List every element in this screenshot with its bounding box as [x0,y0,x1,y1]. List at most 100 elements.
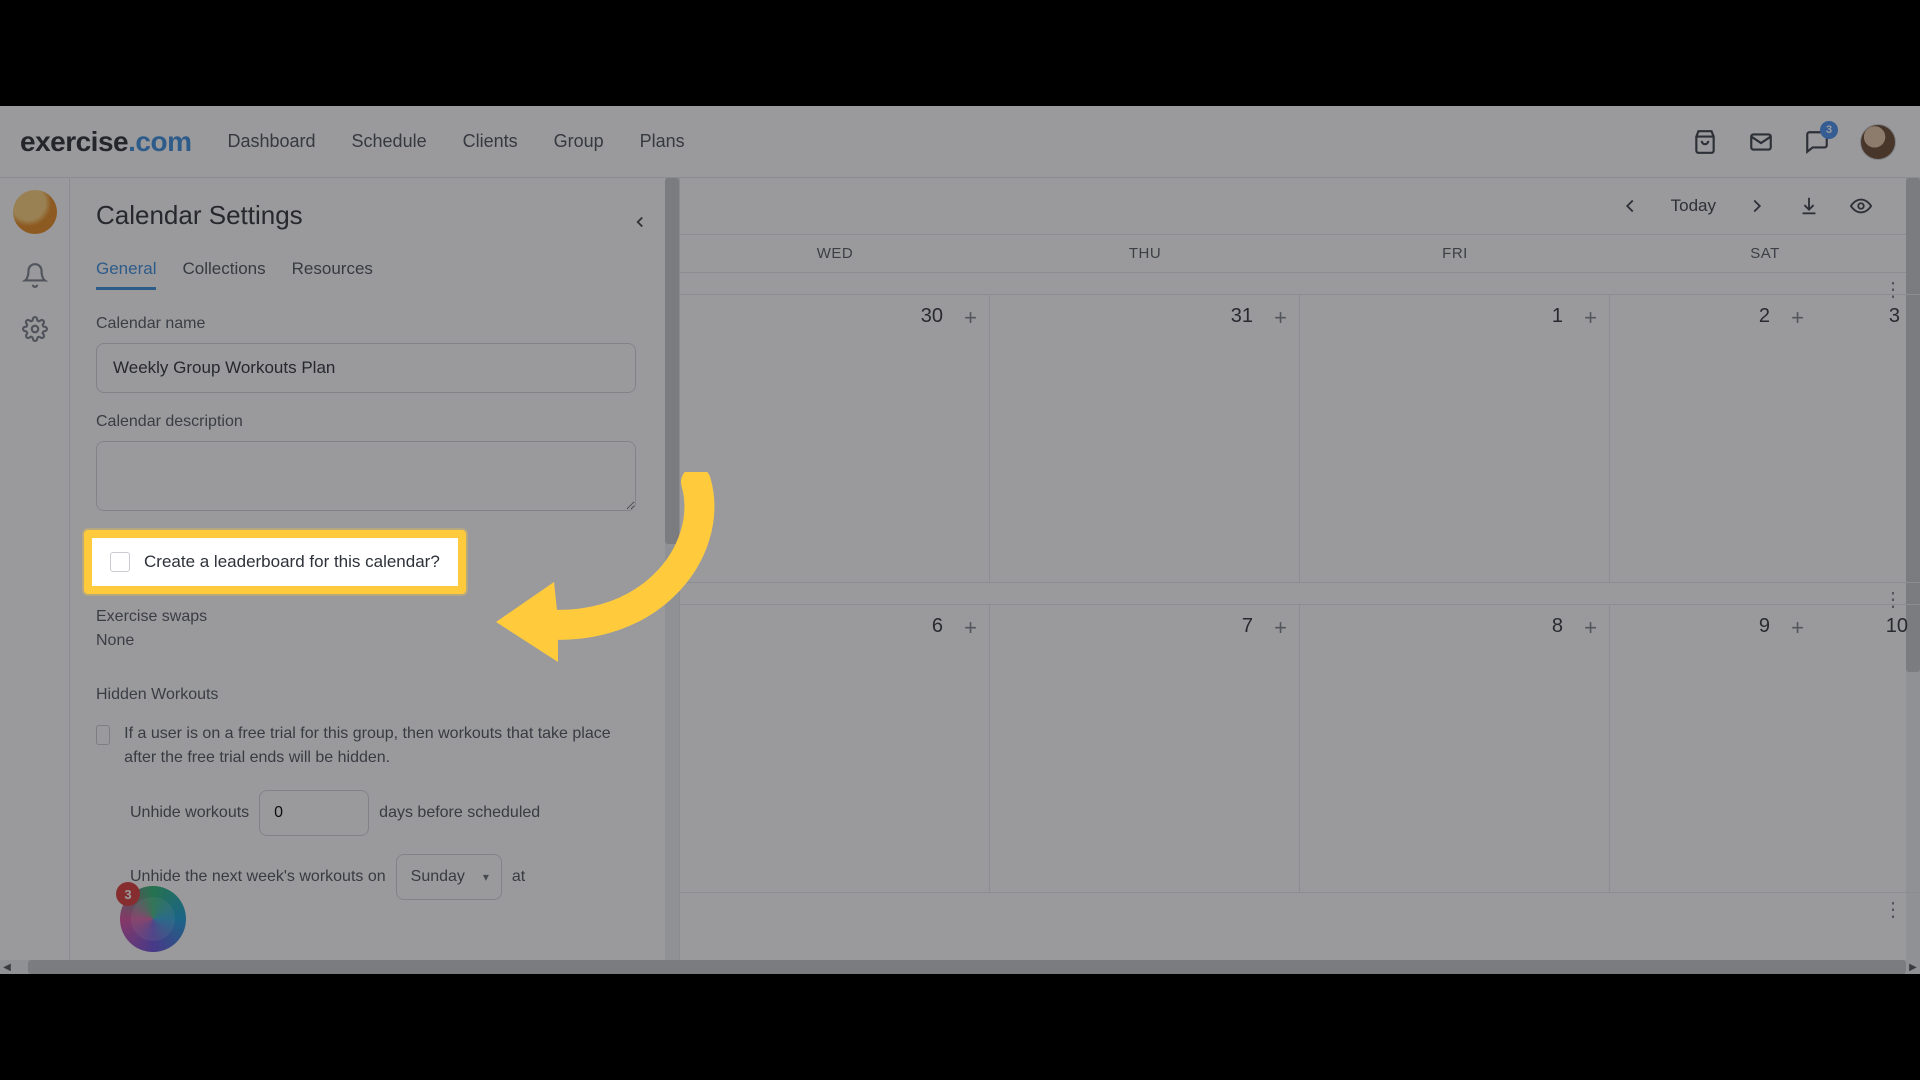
calendar-description-label: Calendar description [96,413,649,431]
calendar-cell[interactable]: 8 + [1300,605,1610,893]
calendar-cell[interactable]: 2 + 3 [1610,295,1920,583]
nav-icons: 3 [1692,124,1896,160]
calendar-day-header: WED THU FRI SAT [680,234,1920,273]
mail-icon[interactable] [1748,129,1774,155]
unhide-next-row: Unhide the next week's workouts on Sunda… [130,854,649,900]
nav-clients[interactable]: Clients [463,131,518,152]
gear-icon[interactable] [22,316,48,342]
week-actions-row: ⋮ [680,583,1920,605]
add-event-icon[interactable]: + [1584,305,1597,331]
panel-title: Calendar Settings [96,200,303,231]
hscroll-thumb[interactable] [28,960,1906,974]
panel-scroll-thumb[interactable] [665,178,679,544]
nav-schedule[interactable]: Schedule [352,131,427,152]
rail-app-icon[interactable] [13,190,57,234]
calendar-cell[interactable]: 30 + [680,295,990,583]
calendar-description-input[interactable] [96,441,636,511]
date-number-extra: 10 [1886,615,1908,638]
day-wed: WED [680,235,990,272]
calendar-toolbar: Today [680,178,1920,234]
settings-panel: Calendar Settings General Collections Re… [70,178,680,974]
unhide-days-input[interactable] [259,790,369,836]
date-number: 31 [1231,305,1253,328]
tab-collections[interactable]: Collections [182,259,265,290]
calendar-view: Today WED THU FRI SAT ⋮ 30 + [680,178,1920,974]
free-trial-text: If a user is on a free trial for this gr… [124,722,636,770]
add-event-icon[interactable]: + [1791,615,1804,641]
collapse-panel-icon[interactable] [631,207,649,225]
calendar-cell[interactable]: 9 + 10 [1610,605,1920,893]
date-number: 6 [932,615,943,638]
calendar-cell[interactable]: 31 + [990,295,1300,583]
day-thu: THU [990,235,1300,272]
letterbox-top [0,0,1920,106]
brand-name: exercise [20,126,128,157]
calendar-cell[interactable]: 6 + [680,605,990,893]
date-number: 30 [921,305,943,328]
app-window: exercise.com Dashboard Schedule Clients … [0,106,1920,974]
shopping-bag-icon[interactable] [1692,129,1718,155]
unhide-next-prefix: Unhide the next week's workouts on [130,868,386,886]
add-event-icon[interactable]: + [964,305,977,331]
eye-icon[interactable] [1850,195,1872,217]
tab-general[interactable]: General [96,259,156,290]
exercise-swaps-label: Exercise swaps [96,608,649,626]
date-number: 9 [1759,615,1770,638]
bell-icon[interactable] [22,262,48,288]
chat-badge: 3 [1820,121,1838,139]
horizontal-scrollbar[interactable]: ◀ ▶ [0,960,1920,974]
add-event-icon[interactable]: + [964,615,977,641]
leaderboard-checkbox[interactable] [110,552,130,572]
date-number: 2 [1759,305,1770,328]
brand-suffix: .com [128,126,191,157]
left-rail [0,178,70,974]
date-number: 7 [1242,615,1253,638]
unhide-before-row: Unhide workouts days before scheduled [130,790,649,836]
leaderboard-label: Create a leaderboard for this calendar? [144,552,440,572]
add-event-icon[interactable]: + [1274,305,1287,331]
unhide-before-prefix: Unhide workouts [130,804,249,822]
calendar-name-input[interactable] [96,343,636,393]
brand-logo[interactable]: exercise.com [20,126,191,158]
help-widget-icon[interactable]: 3 [120,886,186,952]
unhide-day-select[interactable]: Sunday [396,854,502,900]
letterbox-bottom [0,974,1920,1080]
leaderboard-option-highlight: Create a leaderboard for this calendar? [84,530,466,594]
download-icon[interactable] [1798,195,1820,217]
calendar-grid: 6 + 7 + 8 + 9 + 10 [680,605,1920,893]
help-badge-count: 3 [116,882,140,906]
today-button[interactable]: Today [1671,196,1716,216]
unhide-next-suffix: at [512,868,525,886]
date-number: 1 [1552,305,1563,328]
unhide-before-suffix: days before scheduled [379,804,540,822]
date-number-extra: 3 [1889,305,1900,328]
exercise-swaps-value: None [96,632,649,650]
hidden-workouts-label: Hidden Workouts [96,686,649,704]
calendar-cell[interactable]: 7 + [990,605,1300,893]
next-week-icon[interactable] [1746,195,1768,217]
nav-dashboard[interactable]: Dashboard [227,131,315,152]
chat-icon[interactable]: 3 [1804,129,1830,155]
user-avatar[interactable] [1860,124,1896,160]
week-actions-row: ⋮ [680,273,1920,295]
nav-group[interactable]: Group [554,131,604,152]
nav-links: Dashboard Schedule Clients Group Plans [227,131,684,152]
add-event-icon[interactable]: + [1274,615,1287,641]
panel-scrollbar[interactable] [665,178,679,974]
week-menu-icon[interactable]: ⋮ [1883,897,1902,922]
calendar-cell[interactable]: 1 + [1300,295,1610,583]
scroll-left-arrow[interactable]: ◀ [0,960,14,974]
add-event-icon[interactable]: + [1791,305,1804,331]
add-event-icon[interactable]: + [1584,615,1597,641]
calendar-grid: 30 + 31 + 1 + 2 + 3 [680,295,1920,583]
free-trial-checkbox[interactable] [96,725,110,745]
day-fri: FRI [1300,235,1610,272]
scroll-right-arrow[interactable]: ▶ [1906,960,1920,974]
free-trial-row: If a user is on a free trial for this gr… [96,722,636,770]
calendar-name-label: Calendar name [96,315,649,333]
tab-resources[interactable]: Resources [292,259,373,290]
prev-week-icon[interactable] [1619,195,1641,217]
date-number: 8 [1552,615,1563,638]
week-actions-row: ⋮ [680,893,1920,915]
nav-plans[interactable]: Plans [640,131,685,152]
